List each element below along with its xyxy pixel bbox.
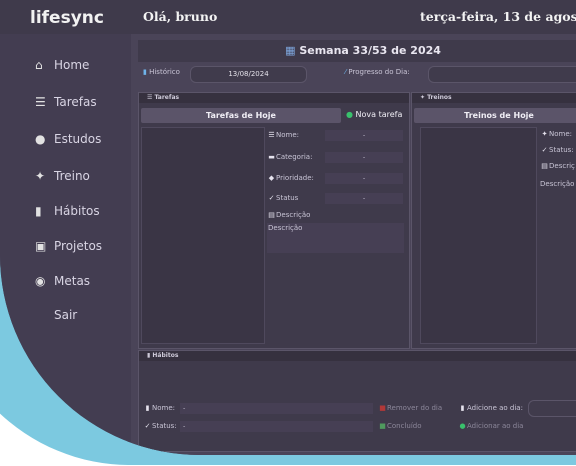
- sidebar-item-label: Hábitos: [54, 204, 100, 218]
- sidebar-item-metas[interactable]: ◉ Metas: [0, 266, 131, 296]
- sidebar-item-estudos[interactable]: ● Estudos: [0, 124, 131, 154]
- treino-descricao-label: ▤Descriç: [541, 162, 575, 170]
- greeting: Olá, bruno: [143, 9, 218, 24]
- dumbbell-icon: ✦: [541, 130, 548, 138]
- target-icon: ◉: [35, 274, 46, 288]
- tarefa-nome-label: ☰Nome:: [268, 131, 300, 139]
- status-icon: ✓: [144, 422, 151, 430]
- sidebar-item-label: Home: [54, 58, 90, 72]
- tarefa-status-label: ✓ Status: [268, 194, 299, 202]
- treinos-panel-header: ✦ Treinos: [412, 93, 576, 103]
- calendar-icon: ▦: [285, 44, 296, 57]
- list-icon: ☰: [147, 94, 153, 101]
- sidebar-item-projetos[interactable]: ▣ Projetos: [0, 231, 131, 261]
- tarefas-list[interactable]: [141, 127, 265, 344]
- title-bar: lifesync Olá, bruno terça-feira, 13 de a…: [0, 0, 576, 35]
- historico-label: Histórico: [149, 68, 180, 76]
- habitos-title: Hábitos: [152, 352, 179, 359]
- status-icon: ✓: [268, 194, 275, 202]
- book-icon: ●: [35, 132, 46, 146]
- sidebar-item-treino[interactable]: ✦ Treino: [0, 161, 131, 191]
- tarefas-title: Tarefas: [154, 94, 180, 101]
- sidebar-item-label: Projetos: [54, 239, 103, 253]
- habit-select[interactable]: [528, 400, 576, 417]
- sidebar-item-label: Sair: [54, 308, 78, 322]
- habito-status-value: -: [180, 421, 373, 432]
- habitos-panel: ▮ Hábitos: [138, 350, 576, 452]
- tarefa-prioridade-label: ◆ Prioridade:: [268, 174, 314, 182]
- tarefa-descricao-label: ▤Descrição: [268, 211, 311, 219]
- habitos-panel-header: ▮ Hábitos: [139, 351, 576, 361]
- list-icon: ☰: [268, 131, 275, 139]
- document-icon: ▤: [268, 211, 275, 219]
- sidebar-item-sair[interactable]: Sair: [0, 300, 131, 330]
- app-window: lifesync Olá, bruno terça-feira, 13 de a…: [0, 0, 576, 455]
- habit-icon: ▮: [147, 352, 151, 359]
- habito-nome-label: ▮ Nome:: [143, 403, 175, 414]
- tarefa-prioridade-value: -: [325, 173, 403, 184]
- sidebar: ⌂ Home ☰ Tarefas ● Estudos ✦ Treino ▮ Há…: [0, 34, 131, 455]
- treinos-title: Treinos: [427, 94, 452, 101]
- progresso-label: Progresso do Dia:: [348, 68, 410, 76]
- habit-icon: ▮: [460, 404, 465, 412]
- document-icon: ▤: [541, 162, 548, 170]
- treino-status-label: ✓ Status:: [541, 146, 574, 154]
- remover-do-dia-button[interactable]: ■Remover do dia: [378, 403, 442, 414]
- history-icon: ▮: [143, 68, 147, 76]
- adicione-ao-dia-label: ▮ Adicione ao dia:: [458, 403, 523, 414]
- sidebar-item-habitos[interactable]: ▮ Hábitos: [0, 196, 131, 226]
- remove-icon: ■: [379, 404, 386, 412]
- status-icon: ✓: [541, 146, 548, 154]
- historico-label-wrap: ▮ Histórico: [143, 68, 180, 85]
- tarefas-panel-header: ☰ Tarefas: [139, 93, 409, 103]
- treino-descricao-text: Descrição: [540, 180, 575, 188]
- habit-icon: ▮: [35, 204, 42, 218]
- sidebar-item-label: Estudos: [54, 132, 102, 146]
- week-header: ▦ Semana 33/53 de 2024: [138, 40, 576, 62]
- dumbbell-icon: ✦: [35, 169, 46, 183]
- tarefa-status-value: -: [325, 193, 403, 204]
- habito-nome-value: -: [180, 403, 373, 414]
- habito-status-label: ✓ Status:: [144, 422, 177, 430]
- list-icon: ☰: [35, 95, 46, 109]
- historico-date-input[interactable]: 13/08/2024: [190, 66, 307, 83]
- tab-tarefas-de-hoje[interactable]: Tarefas de Hoje: [141, 108, 341, 123]
- tab-treinos-de-hoje[interactable]: Treinos de Hoje: [414, 108, 576, 123]
- adicionar-ao-dia-button[interactable]: ●Adicionar ao dia: [458, 421, 523, 432]
- progresso-label-wrap: ⁄ Progresso do Dia:: [345, 68, 410, 85]
- exit-icon: [35, 308, 49, 322]
- treino-nome-label: ✦ Nome:: [541, 130, 573, 138]
- add-icon: ●: [346, 110, 353, 119]
- dumbbell-icon: ✦: [420, 94, 426, 101]
- sidebar-item-label: Tarefas: [54, 95, 97, 109]
- tarefa-descricao-text: Descrição: [268, 224, 303, 232]
- sidebar-item-label: Treino: [54, 169, 90, 183]
- trend-icon: ⁄: [345, 68, 347, 76]
- current-date: terça-feira, 13 de agosto de: [420, 9, 576, 24]
- check-icon: ■: [379, 422, 386, 430]
- category-icon: ▬: [268, 153, 275, 161]
- nova-tarefa-button[interactable]: ● Nova tarefa: [346, 110, 402, 119]
- priority-icon: ◆: [268, 174, 275, 182]
- add-icon: ●: [459, 422, 466, 430]
- progress-bar: [428, 66, 576, 83]
- project-icon: ▣: [35, 239, 47, 253]
- sidebar-item-label: Metas: [54, 274, 91, 288]
- home-icon: ⌂: [35, 58, 43, 72]
- tarefa-categoria-label: ▬Categoria:: [268, 153, 313, 161]
- habit-icon: ▮: [145, 404, 150, 412]
- sidebar-item-tarefas[interactable]: ☰ Tarefas: [0, 87, 131, 117]
- app-logo: lifesync: [30, 8, 104, 28]
- tarefa-categoria-value: -: [325, 152, 403, 163]
- tarefa-nome-value: -: [325, 130, 403, 141]
- treinos-list[interactable]: [420, 127, 537, 344]
- nova-tarefa-label: Nova tarefa: [355, 110, 403, 119]
- sidebar-item-home[interactable]: ⌂ Home: [0, 50, 131, 80]
- concluido-button[interactable]: ■Concluído: [378, 421, 421, 432]
- week-label: Semana 33/53 de 2024: [299, 44, 441, 57]
